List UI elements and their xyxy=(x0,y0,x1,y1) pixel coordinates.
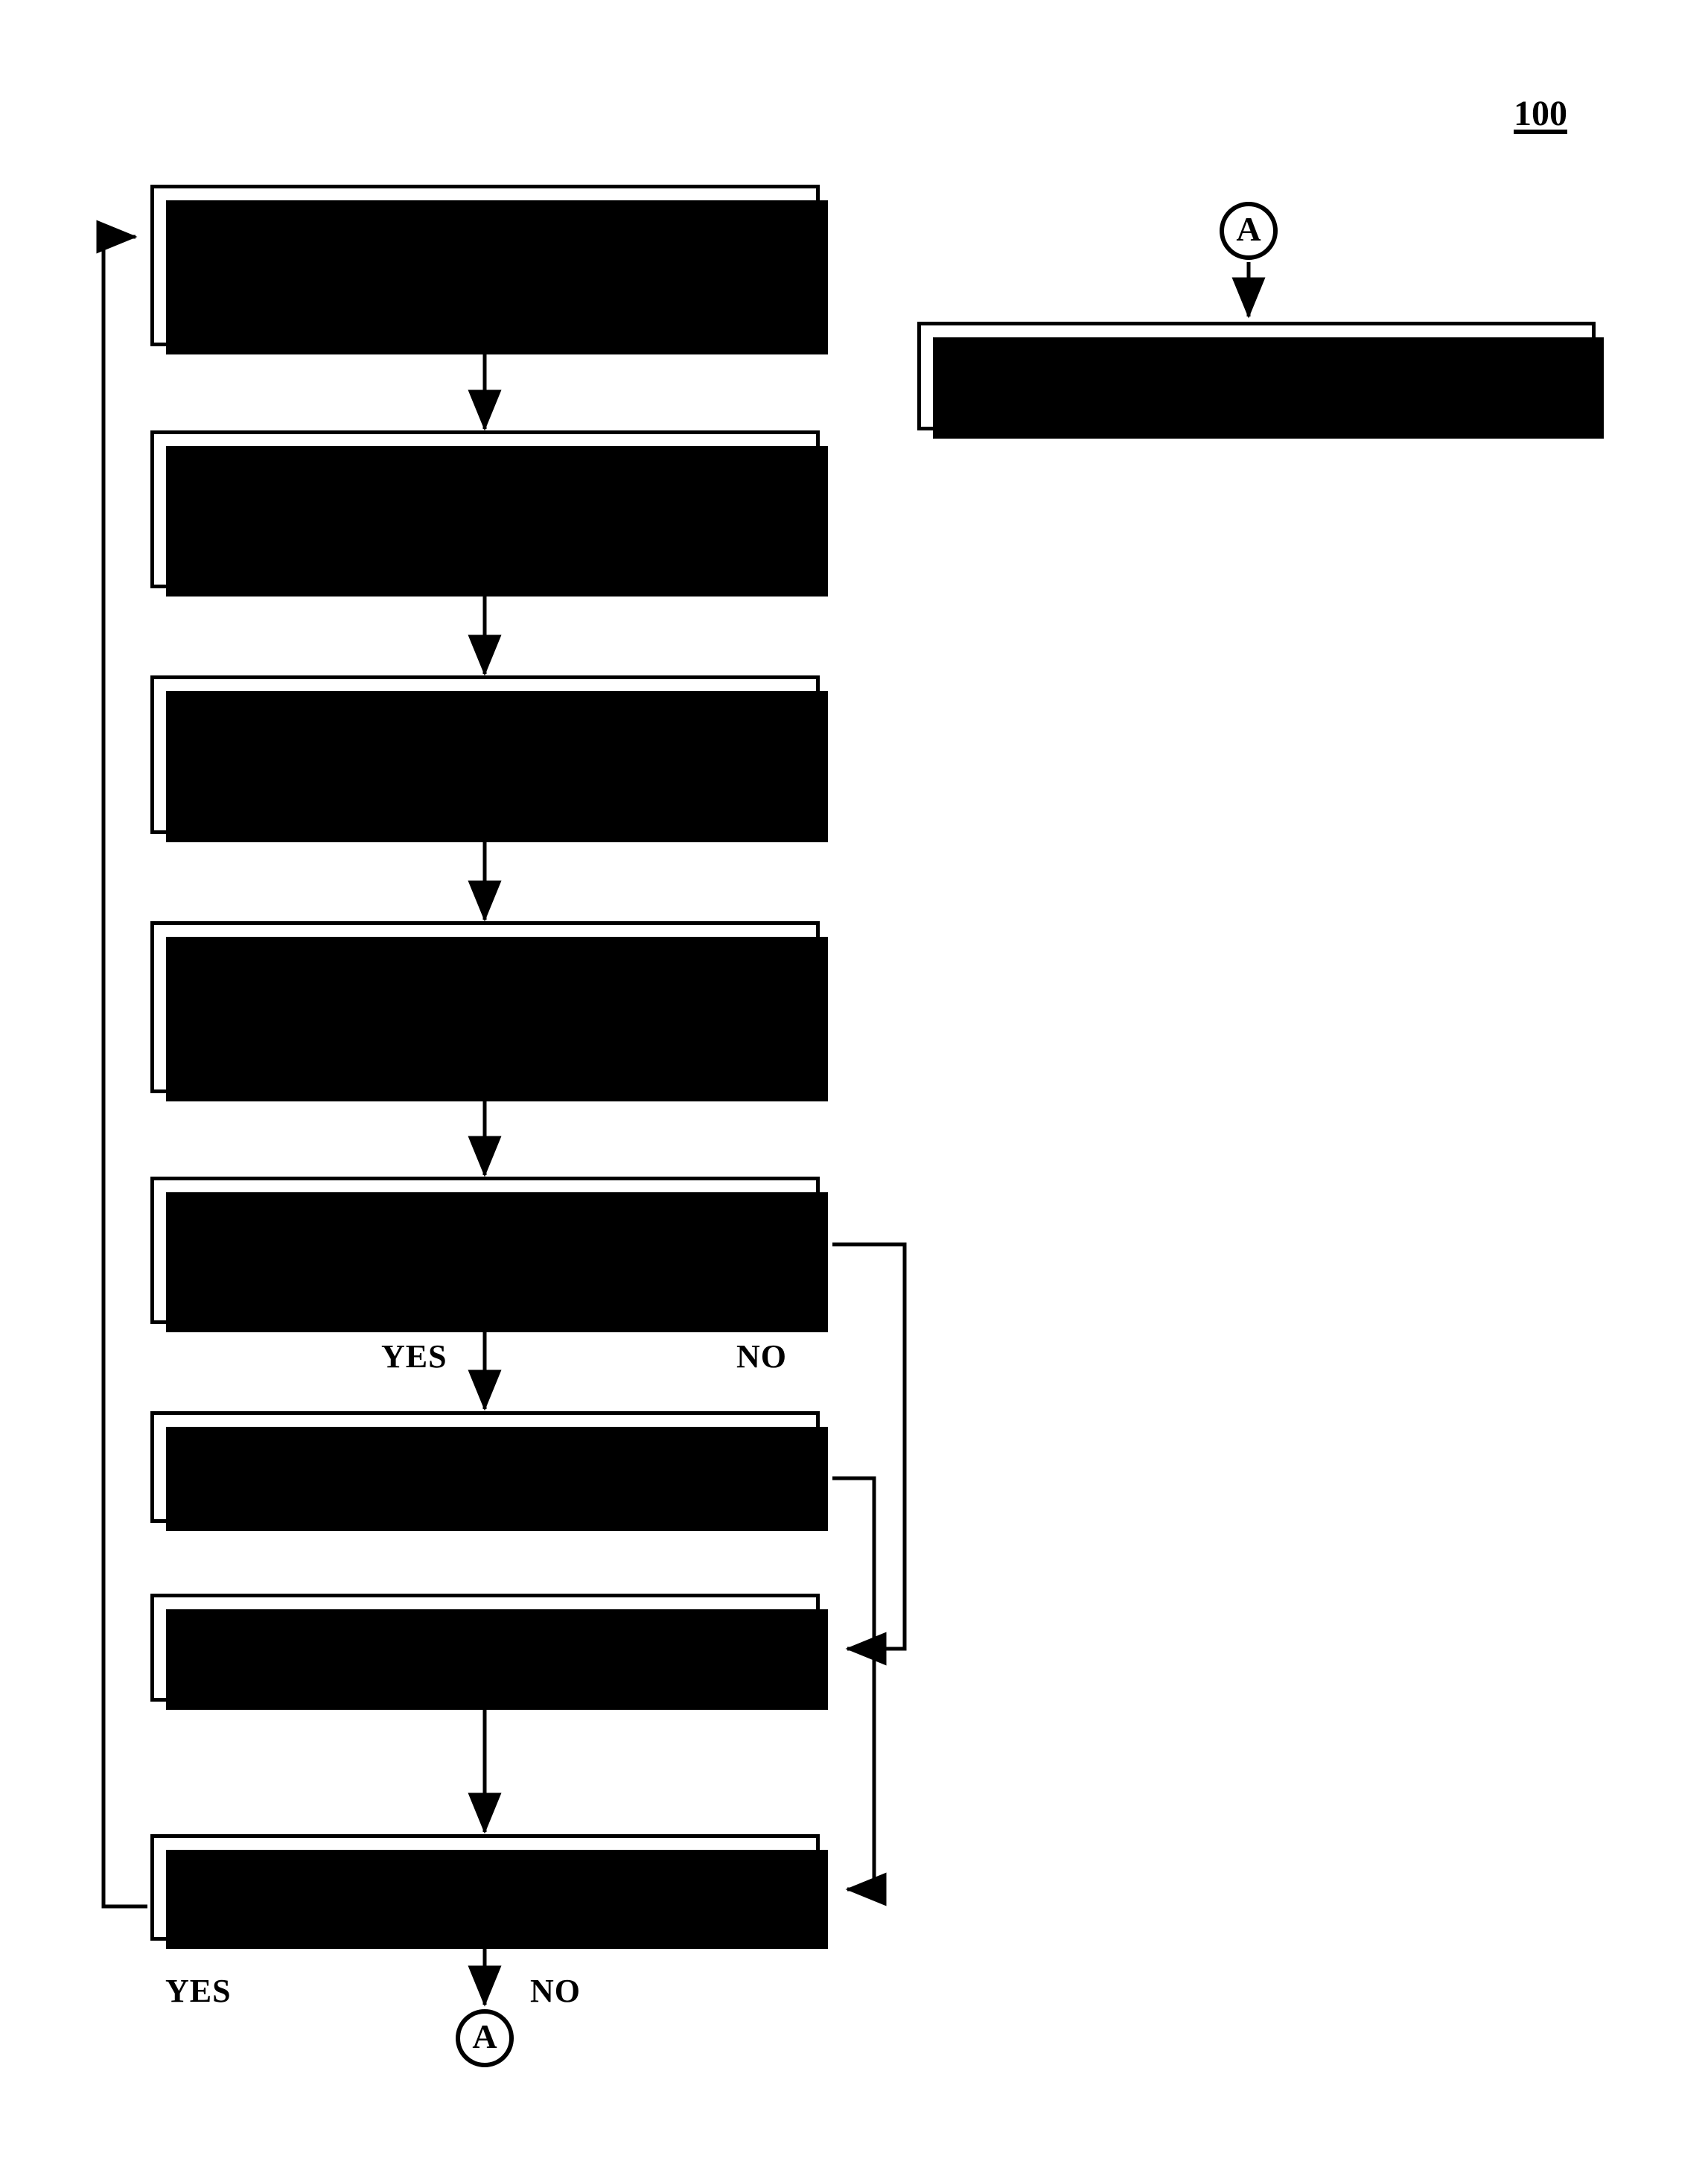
flow-node-140[interactable]: More emails received? 140 xyxy=(150,1834,828,1949)
flow-node-145-end[interactable]: End 145 xyxy=(917,322,1604,439)
flow-node-130[interactable]: Reply to email is delayed or suppressed … xyxy=(150,1411,828,1531)
flow-node-125[interactable]: Risk is greater than previously establis… xyxy=(150,1177,828,1332)
flow-node-145-ref: 145 xyxy=(1522,376,1573,413)
edge-125-135-no xyxy=(832,1242,907,1666)
flow-node-125-ref: 125 xyxy=(746,1273,797,1311)
edge-130-140 xyxy=(832,1476,887,1906)
flow-node-135-ref: 135 xyxy=(746,1648,797,1685)
flow-node-135-text: An automated reply is conveyed to sender xyxy=(201,1609,769,1647)
connector-a-bottom[interactable]: A xyxy=(456,2009,514,2067)
flow-node-135[interactable]: An automated reply is conveyed to sender… xyxy=(150,1594,828,1710)
flow-node-145-text: End xyxy=(1229,337,1284,375)
flow-node-110-text: Recipient has automatic reply (e.g., out… xyxy=(194,445,776,525)
connector-a-top-label: A xyxy=(1236,210,1261,248)
flow-node-105-text: An email to a recipient is received from… xyxy=(205,200,765,281)
branch-label-risk-no: NO xyxy=(736,1338,787,1375)
connector-a-top[interactable]: A xyxy=(1220,202,1278,260)
flowchart-canvas: 100 An email to a recipient is received … xyxy=(0,0,1708,2176)
flow-node-130-ref: 130 xyxy=(746,1467,797,1504)
flow-node-115[interactable]: Historically collected behavioral contex… xyxy=(150,675,828,842)
flow-node-105-ref: 105 xyxy=(746,290,797,327)
flow-node-110-ref: 110 xyxy=(748,532,797,570)
flow-node-120-text: Email is analyzed to determine automated… xyxy=(202,938,768,1019)
flow-node-130-text: Reply to email is delayed or suppressed xyxy=(217,1427,753,1464)
flow-node-140-text: More emails received? xyxy=(331,1851,639,1889)
edge-140-105-yes xyxy=(96,220,147,1909)
flow-node-140-ref: 140 xyxy=(746,1887,797,1924)
flow-node-125-text: Risk is greater than previously establis… xyxy=(171,1191,800,1271)
flow-node-120-ref: 120 xyxy=(746,1033,797,1070)
connector-a-bottom-label: A xyxy=(472,2017,497,2055)
flow-node-115-ref: 115 xyxy=(748,778,797,815)
flow-node-105[interactable]: An email to a recipient is received from… xyxy=(150,185,828,354)
flow-node-120[interactable]: Email is analyzed to determine automated… xyxy=(150,921,828,1101)
branch-label-risk-yes: YES xyxy=(381,1338,447,1375)
figure-number: 100 xyxy=(1514,94,1567,133)
flow-node-110[interactable]: Recipient has automatic reply (e.g., out… xyxy=(150,430,828,597)
branch-label-more-yes: YES xyxy=(165,1973,232,2009)
branch-label-more-no: NO xyxy=(530,1973,581,2009)
flow-node-115-text: Historically collected behavioral contex… xyxy=(196,690,774,770)
